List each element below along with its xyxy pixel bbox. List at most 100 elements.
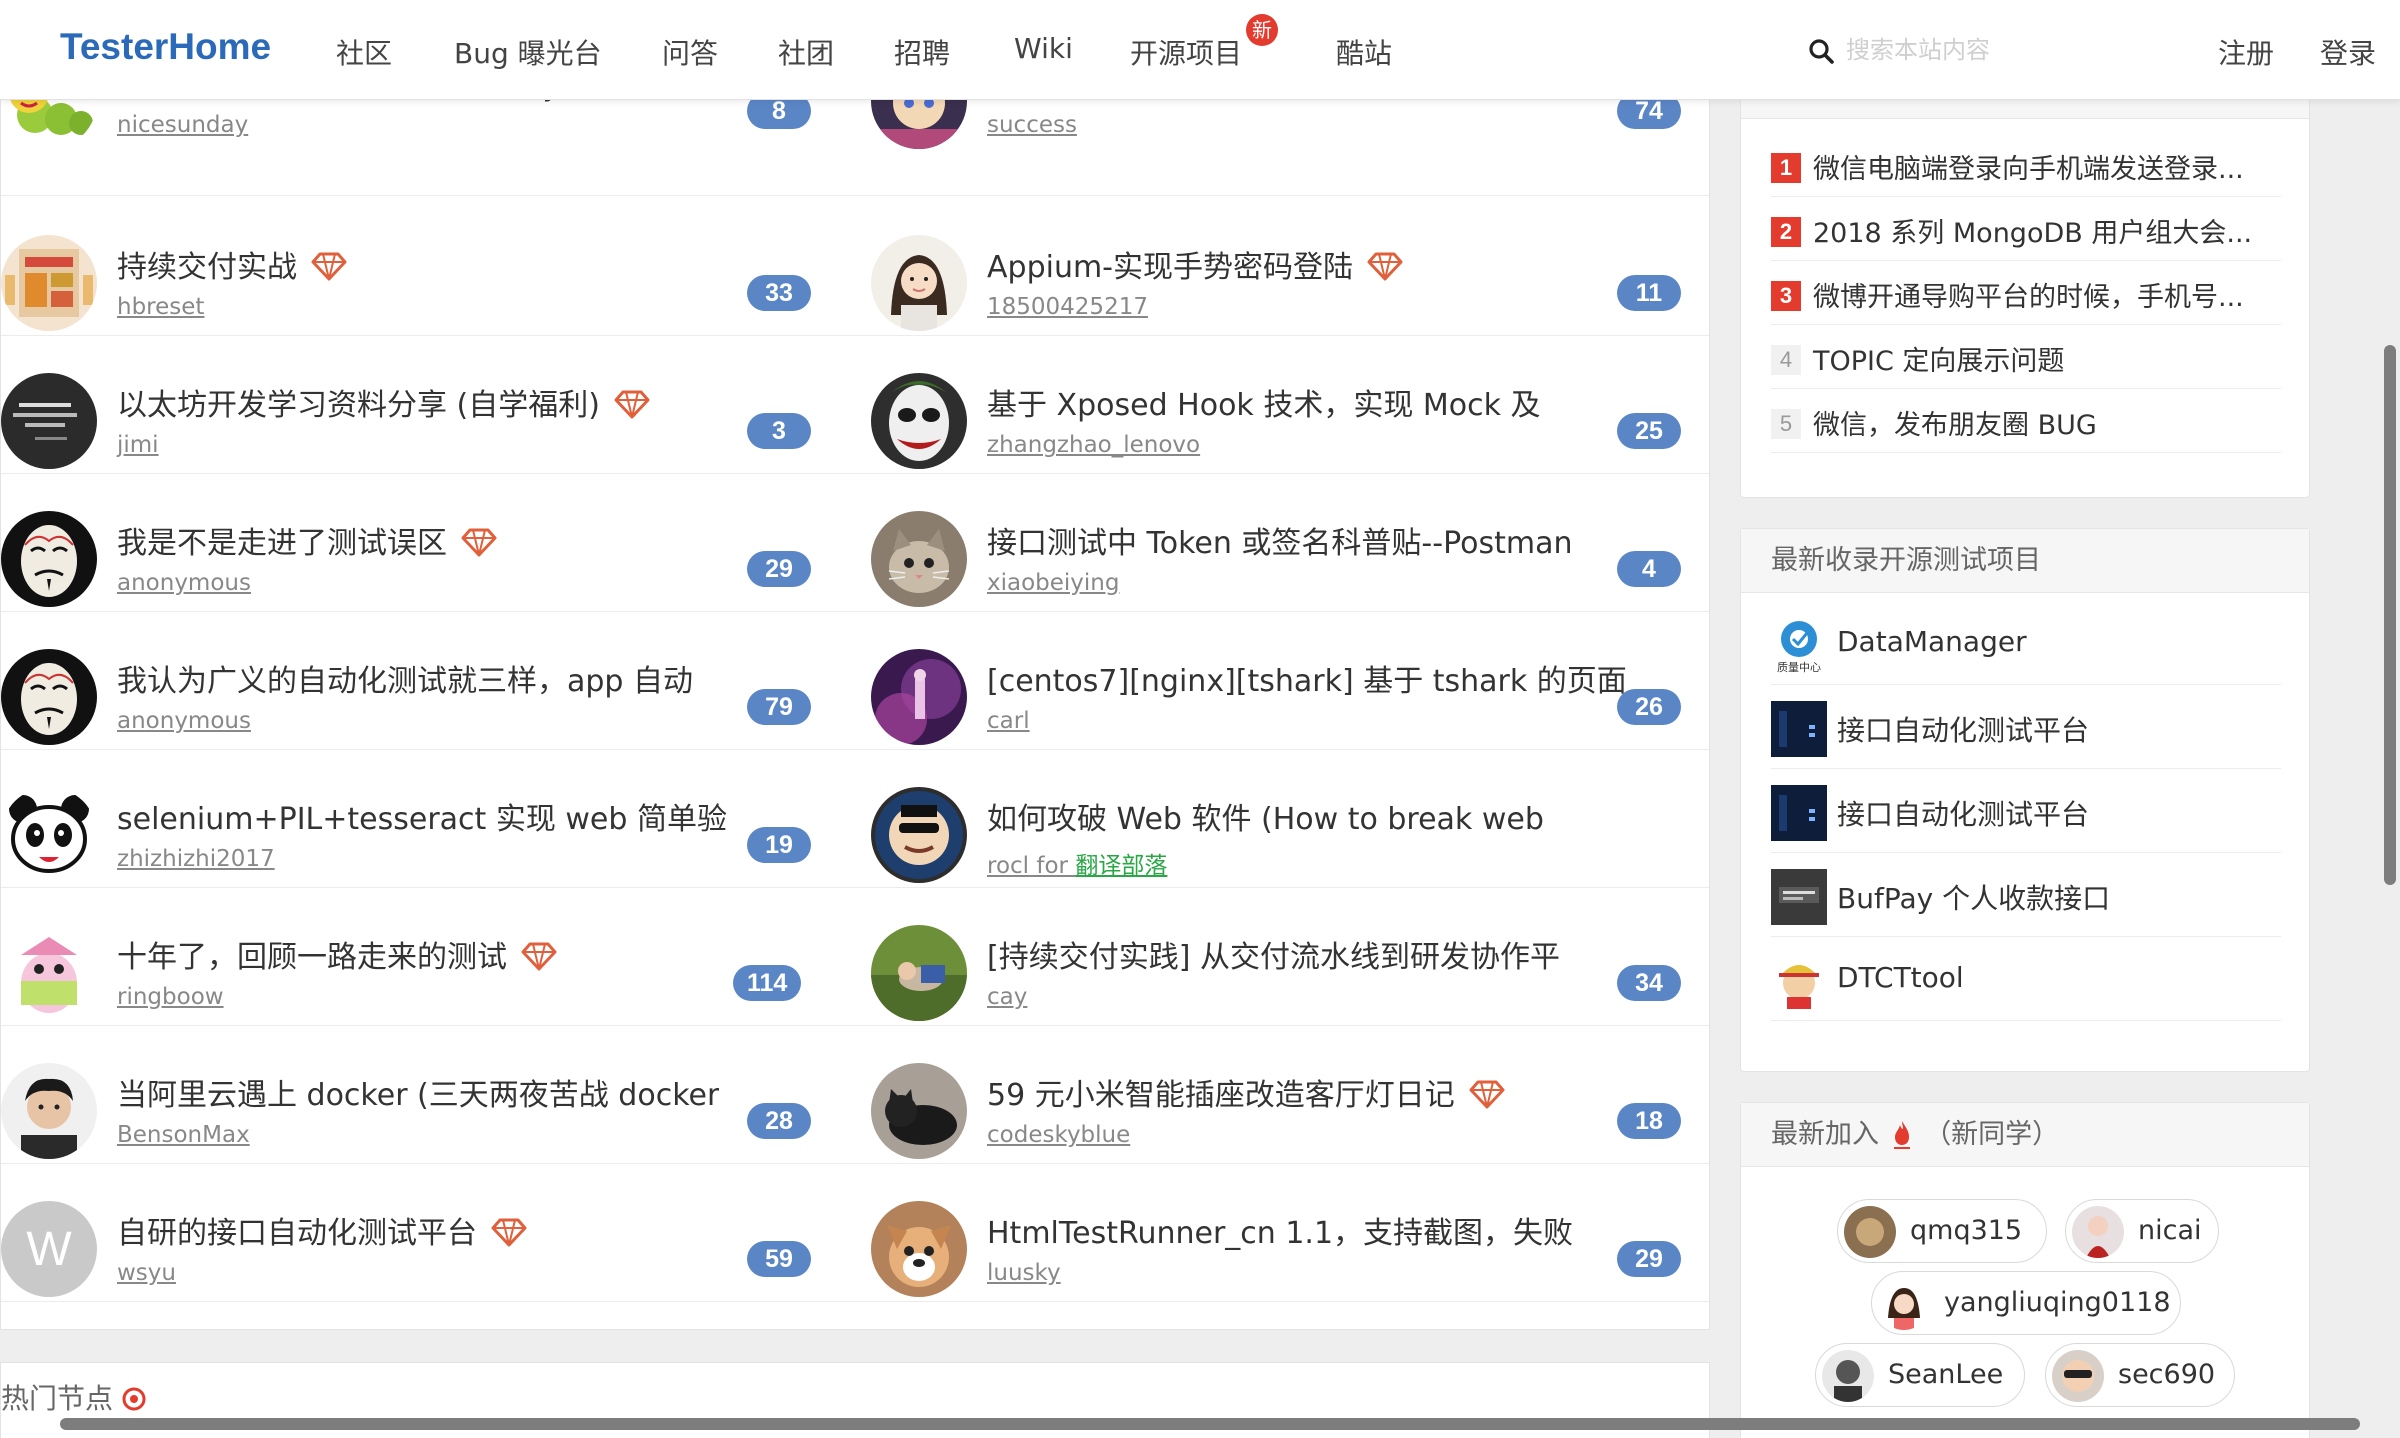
new-user-pill[interactable]: qmq315 [1837, 1199, 2047, 1263]
topic-author[interactable]: carl [987, 708, 1030, 734]
reply-count-badge[interactable]: 29 [1617, 1241, 1681, 1277]
new-user-pill[interactable]: nicai [2065, 1199, 2219, 1263]
topic-author[interactable]: codeskyblue [987, 1122, 1130, 1148]
user-avatar[interactable] [871, 1201, 967, 1297]
reply-count-badge[interactable]: 79 [747, 689, 811, 725]
nav-community[interactable]: 社区 [336, 32, 392, 72]
topic-title[interactable]: 接口测试中 Token 或签名科普贴--Postman [987, 518, 1572, 562]
project-item[interactable]: 接口自动化测试平台 [1771, 769, 2281, 853]
user-name[interactable]: sec690 [2118, 1359, 2215, 1390]
nav-groups[interactable]: 社团 [778, 32, 834, 72]
topic-author[interactable]: jimi [117, 432, 159, 458]
project-item[interactable]: 质量中心 DataManager [1771, 601, 2281, 685]
topic-title[interactable]: 如何攻破 Web 软件 (How to break web [987, 794, 1544, 838]
user-avatar[interactable] [1, 235, 97, 331]
nav-jobs[interactable]: 招聘 [894, 32, 950, 72]
topic-title[interactable]: 自研的接口自动化测试平台 [117, 1208, 527, 1252]
hot-topic-title[interactable]: 微博开通导购平台的时候，手机号... [1813, 275, 2244, 314]
reply-count-badge[interactable]: 25 [1617, 413, 1681, 449]
hot-topic-item[interactable]: 1 微信电脑端登录向手机端发送登录... [1771, 133, 2281, 197]
topic-author[interactable]: rocl for 翻译部落 [987, 846, 1167, 880]
hot-topic-item[interactable]: 2 2018 系列 MongoDB 用户组大会... [1771, 197, 2281, 261]
user-avatar[interactable] [871, 373, 967, 469]
user-avatar[interactable] [1, 511, 97, 607]
topic-author[interactable]: wsyu [117, 1260, 176, 1286]
project-item[interactable]: 接口自动化测试平台 [1771, 685, 2281, 769]
user-avatar[interactable] [871, 1063, 967, 1159]
topic-author[interactable]: anonymous [117, 570, 251, 596]
user-name[interactable]: SeanLee [1888, 1359, 2003, 1390]
topic-node-link[interactable]: 翻译部落 [1075, 853, 1167, 879]
reply-count-badge[interactable]: 34 [1617, 965, 1681, 1001]
hot-topic-title[interactable]: 微信，发布朋友圈 BUG [1813, 403, 2097, 442]
user-avatar[interactable] [871, 511, 967, 607]
topic-author[interactable]: anonymous [117, 708, 251, 734]
topic-title[interactable]: 十年了，回顾一路走来的测试 [117, 932, 557, 976]
user-name[interactable]: yangliuqing0118 [1944, 1287, 2171, 1318]
user-name[interactable]: nicai [2138, 1215, 2202, 1246]
user-avatar[interactable] [1, 649, 97, 745]
vertical-scrollbar[interactable] [2384, 345, 2396, 885]
user-avatar[interactable] [1, 787, 97, 883]
topic-author[interactable]: nicesunday [117, 112, 248, 138]
new-user-pill[interactable]: SeanLee [1815, 1343, 2025, 1407]
search-input[interactable] [1846, 30, 2146, 70]
user-avatar[interactable] [871, 235, 967, 331]
topic-title[interactable]: [centos7][nginx][tshark] 基于 tshark 的页面 [987, 656, 1627, 700]
new-user-pill[interactable]: sec690 [2045, 1343, 2235, 1407]
login-link[interactable]: 登录 [2320, 32, 2376, 72]
topic-author[interactable]: zhizhizhi2017 [117, 846, 275, 872]
user-avatar[interactable] [871, 925, 967, 1021]
topic-author[interactable]: cay [987, 984, 1027, 1010]
topic-title[interactable]: 持续交付实战 [117, 242, 347, 286]
reply-count-badge[interactable]: 114 [733, 965, 802, 1001]
topic-author[interactable]: hbreset [117, 294, 204, 320]
topic-title[interactable]: HtmlTestRunner_cn 1.1，支持截图，失败 [987, 1208, 1573, 1252]
topic-author[interactable]: 18500425217 [987, 294, 1148, 320]
horizontal-scrollbar[interactable] [60, 1418, 2360, 1430]
topic-title[interactable]: 当阿里云遇上 docker (三天两夜苦战 docker [117, 1070, 719, 1114]
reply-count-badge[interactable]: 3 [747, 413, 811, 449]
topic-title[interactable]: Appium-实现手势密码登陆 [987, 242, 1403, 286]
nav-bug-exposure[interactable]: Bug 曝光台 [454, 32, 602, 72]
reply-count-badge[interactable]: 26 [1617, 689, 1681, 725]
search-icon[interactable] [1808, 38, 1834, 64]
topic-title[interactable]: 以太坊开发学习资料分享 (自学福利) [117, 380, 650, 424]
reply-count-badge[interactable]: 4 [1617, 551, 1681, 587]
register-link[interactable]: 注册 [2218, 32, 2274, 72]
hot-topic-item[interactable]: 5 微信，发布朋友圈 BUG [1771, 389, 2281, 453]
project-name[interactable]: 接口自动化测试平台 [1837, 709, 2089, 749]
reply-count-badge[interactable]: 28 [747, 1103, 811, 1139]
user-avatar[interactable] [871, 787, 967, 883]
topic-title[interactable]: 基于 Xposed Hook 技术，实现 Mock 及 [987, 380, 1541, 424]
new-user-pill[interactable]: yangliuqing0118 [1871, 1271, 2181, 1335]
hot-topic-item[interactable]: 3 微博开通导购平台的时候，手机号... [1771, 261, 2281, 325]
nav-cool-sites[interactable]: 酷站 [1336, 32, 1392, 72]
user-avatar[interactable] [1, 373, 97, 469]
topic-author[interactable]: success [987, 112, 1077, 138]
topic-title[interactable]: 我是不是走进了测试误区 [117, 518, 497, 562]
topic-author[interactable]: zhangzhao_lenovo [987, 432, 1200, 458]
project-name[interactable]: DataManager [1837, 625, 2027, 658]
hot-topic-title[interactable]: 2018 系列 MongoDB 用户组大会... [1813, 211, 2252, 250]
user-avatar[interactable] [1, 1063, 97, 1159]
topic-author[interactable]: ringboow [117, 984, 224, 1010]
reply-count-badge[interactable]: 11 [1617, 275, 1681, 311]
topic-title[interactable]: 59 元小米智能插座改造客厅灯日记 [987, 1070, 1505, 1114]
reply-count-badge[interactable]: 18 [1617, 1103, 1681, 1139]
topic-author[interactable]: luusky [987, 1260, 1061, 1286]
brand-logo[interactable]: TesterHome [60, 26, 271, 68]
project-name[interactable]: BufPay 个人收款接口 [1837, 877, 2110, 917]
topic-title[interactable]: [持续交付实践] 从交付流水线到研发协作平 [987, 932, 1560, 976]
reply-count-badge[interactable]: 29 [747, 551, 811, 587]
reply-count-badge[interactable]: 33 [747, 275, 811, 311]
reply-count-badge[interactable]: 19 [747, 827, 811, 863]
project-item[interactable]: DTCTtool [1771, 937, 2281, 1021]
topic-title[interactable]: 我认为广义的自动化测试就三样，app 自动 [117, 656, 693, 700]
user-avatar[interactable] [1, 925, 97, 1021]
topic-author[interactable]: BensonMax [117, 1122, 250, 1148]
topic-title[interactable]: selenium+PIL+tesseract 实现 web 简单验 [117, 794, 727, 838]
user-name[interactable]: qmq315 [1910, 1215, 2022, 1246]
project-name[interactable]: DTCTtool [1837, 961, 1964, 994]
project-item[interactable]: BufPay 个人收款接口 [1771, 853, 2281, 937]
